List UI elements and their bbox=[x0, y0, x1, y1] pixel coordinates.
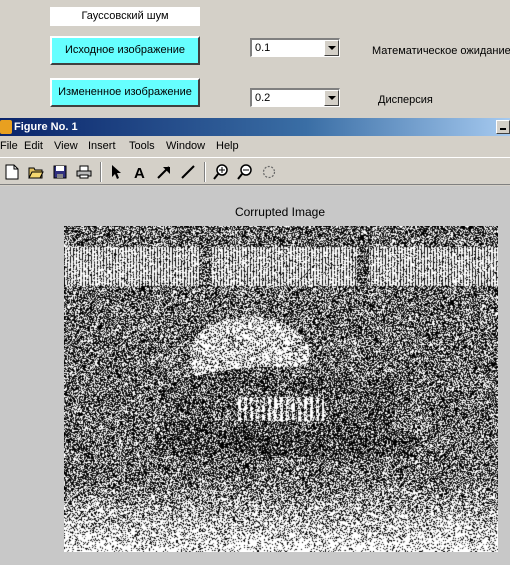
corrupted-image bbox=[64, 226, 498, 552]
mean-select[interactable]: 0.1 bbox=[250, 38, 340, 57]
print-icon[interactable] bbox=[75, 163, 93, 181]
open-folder-icon[interactable] bbox=[27, 163, 45, 181]
arrow-icon[interactable] bbox=[155, 163, 173, 181]
menu-tools[interactable]: Tools bbox=[129, 139, 155, 153]
noisy-car-image bbox=[64, 226, 498, 552]
matlab-figure-icon bbox=[0, 120, 12, 134]
chevron-down-icon[interactable] bbox=[324, 40, 339, 56]
window-title: Figure No. 1 bbox=[14, 121, 78, 133]
menu-file[interactable]: File bbox=[0, 139, 18, 153]
minimize-button[interactable] bbox=[496, 120, 510, 134]
menu-window[interactable]: Window bbox=[166, 139, 205, 153]
variance-select-value: 0.2 bbox=[255, 92, 271, 104]
toolbar-separator bbox=[204, 162, 206, 182]
control-panel: Гауссовский шум Исходное изображение Изм… bbox=[0, 0, 510, 112]
figure-canvas-area: Corrupted Image bbox=[0, 186, 510, 565]
figure-toolbar: A bbox=[0, 157, 510, 185]
original-image-button[interactable]: Исходное изображение bbox=[50, 36, 200, 65]
chevron-down-icon[interactable] bbox=[324, 90, 339, 106]
menu-bar: File Edit View Insert Tools Window Help bbox=[0, 137, 510, 155]
figure-titlebar[interactable]: Figure No. 1 bbox=[0, 118, 510, 136]
line-icon[interactable] bbox=[179, 163, 197, 181]
modified-image-button[interactable]: Измененное изображение bbox=[50, 78, 200, 107]
save-icon[interactable] bbox=[51, 163, 69, 181]
new-file-icon[interactable] bbox=[3, 163, 21, 181]
zoom-out-icon[interactable] bbox=[236, 163, 254, 181]
zoom-in-icon[interactable] bbox=[212, 163, 230, 181]
rotate-icon[interactable] bbox=[260, 163, 278, 181]
svg-text:A: A bbox=[134, 165, 145, 180]
noise-type-label: Гауссовский шум bbox=[50, 7, 200, 26]
menu-edit[interactable]: Edit bbox=[24, 139, 43, 153]
select-arrow-icon[interactable] bbox=[107, 163, 125, 181]
menu-view[interactable]: View bbox=[54, 139, 78, 153]
toolbar-separator bbox=[100, 162, 102, 182]
axes-title: Corrupted Image bbox=[234, 205, 326, 219]
menu-insert[interactable]: Insert bbox=[88, 139, 116, 153]
variance-select[interactable]: 0.2 bbox=[250, 88, 340, 107]
text-icon[interactable]: A bbox=[131, 163, 149, 181]
variance-label: Дисперсия bbox=[378, 94, 433, 106]
mean-select-value: 0.1 bbox=[255, 42, 271, 54]
mean-label: Математическое ожидание bbox=[372, 45, 510, 57]
menu-help[interactable]: Help bbox=[216, 139, 239, 153]
